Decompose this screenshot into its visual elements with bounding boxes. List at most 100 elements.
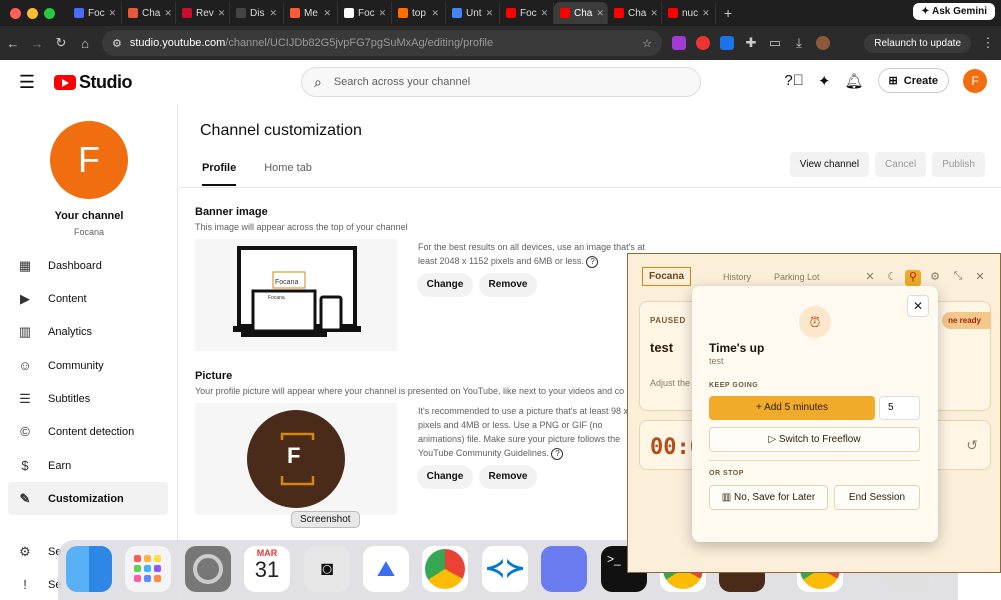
- sparkle-icon[interactable]: ✦: [818, 72, 831, 90]
- add-5-minutes-button[interactable]: + Add 5 minutes: [709, 396, 875, 420]
- home-icon[interactable]: ⌂: [78, 36, 92, 51]
- create-button[interactable]: ⊞ Create: [877, 68, 949, 93]
- browser-tab[interactable]: top ✕: [392, 2, 446, 24]
- studio-logo[interactable]: Studio: [54, 72, 133, 93]
- sidebar-item-analytics[interactable]: ▥ Analytics: [8, 315, 168, 348]
- chrome-icon[interactable]: [422, 546, 468, 592]
- close-icon[interactable]: ✕: [972, 270, 988, 286]
- divider: [709, 460, 920, 461]
- hamburger-menu-icon[interactable]: ☰: [0, 72, 54, 93]
- moon-icon[interactable]: ☾: [884, 270, 900, 286]
- relaunch-button[interactable]: Relaunch to update: [864, 33, 971, 53]
- browser-tab[interactable]: Cha ✕: [608, 2, 662, 24]
- screen-cast-icon[interactable]: ▭: [768, 35, 782, 51]
- tab-close-icon[interactable]: ✕: [218, 8, 226, 19]
- tab-close-icon[interactable]: ✕: [702, 8, 710, 19]
- browser-tab[interactable]: Rev ✕: [176, 2, 230, 24]
- pokeball-extension-icon[interactable]: [696, 36, 710, 50]
- reload-icon[interactable]: ↻: [54, 35, 68, 51]
- sidebar-item-community[interactable]: ☺ Community: [8, 349, 168, 382]
- tab-close-icon[interactable]: ✕: [323, 8, 331, 19]
- new-tab-button[interactable]: +: [716, 5, 740, 21]
- extension-icon[interactable]: [672, 36, 686, 50]
- screenshot-app-icon[interactable]: ◙: [304, 546, 350, 592]
- focana-history-tab[interactable]: History: [723, 272, 751, 282]
- sidebar-item-content[interactable]: ▶ Content: [8, 282, 168, 315]
- view-channel-button[interactable]: View channel: [789, 152, 870, 177]
- search-input[interactable]: ⌕ Search across your channel: [301, 67, 701, 97]
- tab-close-icon[interactable]: ✕: [431, 8, 439, 19]
- tab-close-icon[interactable]: ✕: [650, 8, 658, 19]
- system-settings-icon[interactable]: [185, 546, 231, 592]
- end-session-button[interactable]: End Session: [834, 485, 920, 510]
- ai-assistant-icon[interactable]: [541, 546, 587, 592]
- close-window-button[interactable]: [10, 7, 21, 19]
- tab-close-icon[interactable]: ✕: [109, 8, 117, 19]
- menu-kebab-icon[interactable]: ⋮: [981, 35, 995, 51]
- picture-hint: It's recommended to use a picture that's…: [418, 404, 650, 460]
- browser-tab[interactable]: Dis ✕: [230, 2, 284, 24]
- sidebar-item-content-detection[interactable]: © Content detection: [8, 415, 168, 448]
- tab-close-icon[interactable]: ✕: [269, 8, 277, 19]
- picture-change-button[interactable]: Change: [417, 465, 473, 489]
- sidebar-item-earn[interactable]: $ Earn: [8, 449, 168, 482]
- cancel-button[interactable]: Cancel: [875, 152, 927, 177]
- browser-tab[interactable]: Cha ✕: [554, 2, 608, 24]
- browser-tab[interactable]: Foc ✕: [338, 2, 392, 24]
- channel-avatar[interactable]: F: [50, 121, 128, 199]
- bookmark-star-icon[interactable]: ☆: [642, 37, 652, 50]
- banner-remove-button[interactable]: Remove: [479, 273, 537, 297]
- url-bar[interactable]: ⚙ studio.youtube.com/channel/UCIJDb82G5j…: [102, 30, 662, 56]
- gear-icon[interactable]: ⚙: [927, 270, 943, 286]
- switch-to-freeflow-button[interactable]: ▷ Switch to Freeflow: [709, 427, 920, 452]
- browser-tab[interactable]: Foc ✕: [68, 2, 122, 24]
- vscode-icon[interactable]: ≺≻: [482, 546, 528, 592]
- publish-button[interactable]: Publish: [932, 152, 985, 177]
- download-icon[interactable]: ⤓: [792, 35, 806, 51]
- ask-gemini-button[interactable]: ✦ Ask Gemini: [913, 3, 995, 20]
- zoom-window-button[interactable]: [44, 7, 55, 19]
- tab-close-icon[interactable]: ✕: [164, 8, 172, 19]
- banner-change-button[interactable]: Change: [417, 273, 473, 297]
- bell-off-icon[interactable]: ✕: [862, 270, 878, 286]
- account-avatar[interactable]: F: [963, 68, 987, 93]
- close-icon[interactable]: ✕: [907, 295, 929, 317]
- window-controls: [0, 7, 68, 19]
- focana-parking-lot-tab[interactable]: Parking Lot: [774, 272, 820, 282]
- tab-home[interactable]: Home tab: [264, 162, 312, 186]
- sidebar-item-dashboard[interactable]: ▦ Dashboard: [8, 249, 168, 282]
- forward-icon[interactable]: →: [30, 36, 44, 51]
- nordvpn-icon[interactable]: ⛰: [363, 546, 409, 592]
- finder-icon[interactable]: [66, 546, 112, 592]
- minimize-window-button[interactable]: [27, 7, 38, 19]
- settings-extension-icon[interactable]: [720, 36, 734, 50]
- extensions-puzzle-icon[interactable]: ✚: [744, 35, 758, 51]
- browser-tab[interactable]: Cha ✕: [122, 2, 176, 24]
- tab-close-icon[interactable]: ✕: [541, 8, 549, 19]
- tab-profile[interactable]: Profile: [202, 162, 237, 186]
- tab-close-icon[interactable]: ✕: [486, 8, 494, 19]
- reset-icon[interactable]: ↺: [966, 437, 978, 454]
- pin-icon[interactable]: ⚲: [905, 270, 921, 286]
- collapse-icon[interactable]: ⤡: [950, 270, 966, 286]
- minutes-input[interactable]: 5: [879, 396, 920, 420]
- save-for-later-button[interactable]: ▥ No, Save for Later: [709, 485, 828, 510]
- sidebar-item-customization[interactable]: ✎ Customization: [8, 482, 168, 515]
- sidebar-item-subtitles[interactable]: ☰ Subtitles: [8, 382, 168, 415]
- back-icon[interactable]: ←: [6, 36, 20, 51]
- site-info-icon[interactable]: ⚙: [112, 37, 122, 50]
- launchpad-icon[interactable]: [125, 546, 171, 592]
- bell-icon[interactable]: 🔔︎: [844, 72, 863, 90]
- help-icon[interactable]: ?: [586, 256, 599, 268]
- profile-avatar-icon[interactable]: [816, 36, 830, 50]
- browser-tab[interactable]: Me ✕: [284, 2, 338, 24]
- browser-tab[interactable]: nuc ✕: [662, 2, 716, 24]
- picture-remove-button[interactable]: Remove: [479, 465, 537, 489]
- tab-close-icon[interactable]: ✕: [596, 8, 604, 19]
- browser-tab[interactable]: Unt ✕: [446, 2, 500, 24]
- calendar-icon[interactable]: MAR 31: [244, 546, 290, 592]
- help-icon[interactable]: ?: [551, 448, 564, 460]
- help-icon[interactable]: ?⃝: [784, 72, 804, 89]
- browser-tab[interactable]: Foc ✕: [500, 2, 554, 24]
- tab-close-icon[interactable]: ✕: [379, 8, 387, 19]
